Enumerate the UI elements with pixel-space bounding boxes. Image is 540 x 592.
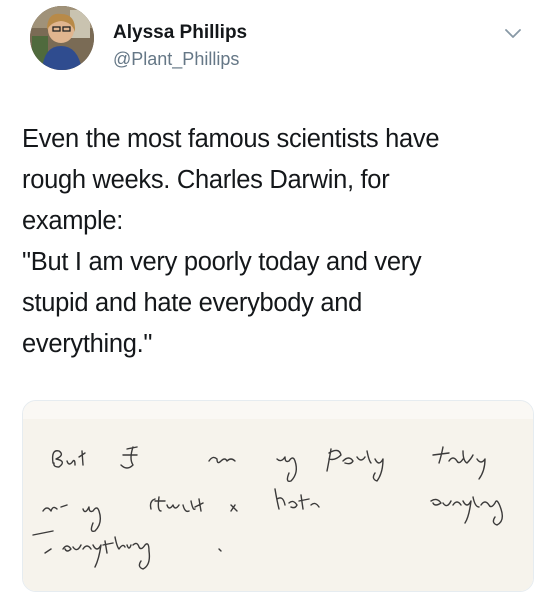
tweet-text-line: Even the most famous scientists have bbox=[22, 125, 440, 153]
chevron-down-icon[interactable] bbox=[503, 23, 523, 43]
tweet-text-line: example: bbox=[22, 207, 124, 235]
tweet-text-line: everything." bbox=[22, 330, 153, 358]
tweet-text-line: rough weeks. Charles Darwin, for bbox=[22, 166, 390, 194]
avatar[interactable] bbox=[30, 6, 94, 70]
handwritten-letter-image[interactable] bbox=[22, 400, 534, 592]
tweet-text-line: stupid and hate everybody and bbox=[22, 289, 363, 317]
tweet-text: Even the most famous scientists have rou… bbox=[22, 119, 522, 365]
author-display-name[interactable]: Alyssa Phillips bbox=[113, 22, 247, 44]
author-handle[interactable]: @Plant_Phillips bbox=[113, 49, 239, 70]
handwriting-scrawl bbox=[23, 401, 533, 591]
tweet-text-line: "But I am very poorly today and very bbox=[22, 248, 422, 276]
